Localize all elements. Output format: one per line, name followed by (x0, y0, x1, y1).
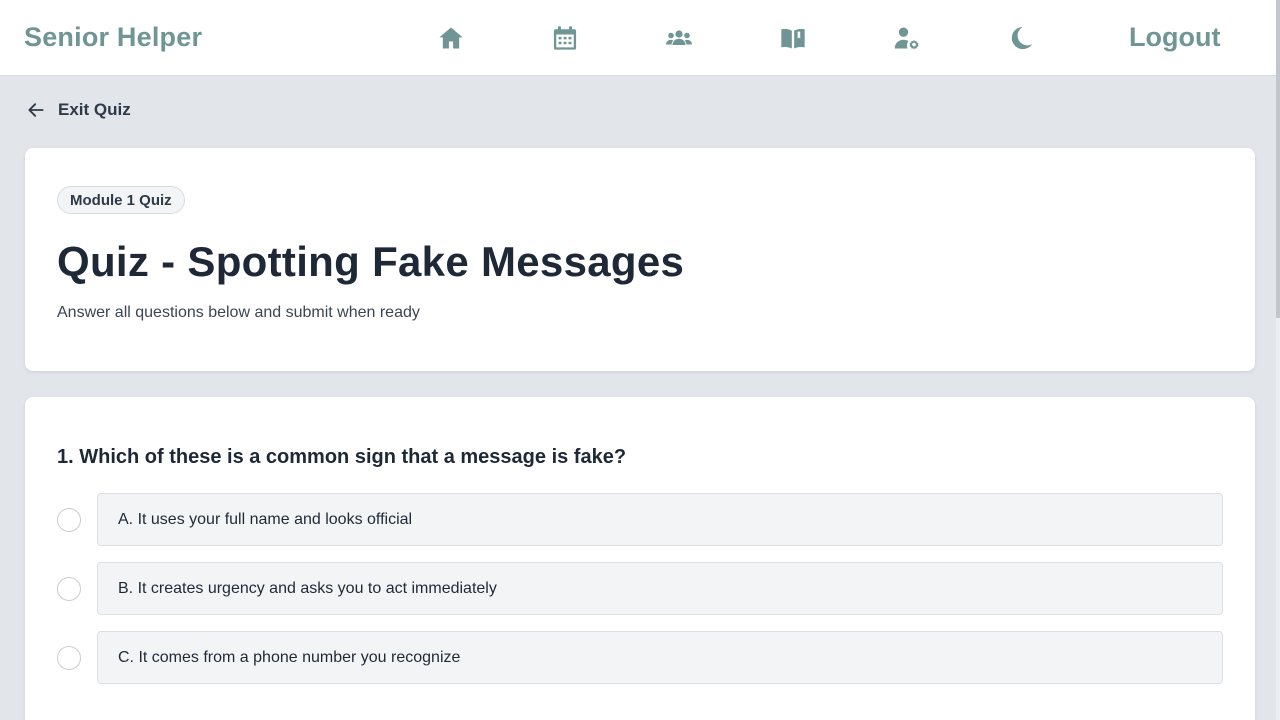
scrollbar-thumb[interactable] (1276, 0, 1280, 318)
answer-option-b[interactable]: B. It creates urgency and asks you to ac… (57, 562, 1223, 615)
users-icon[interactable] (663, 22, 695, 54)
quiz-subtitle: Answer all questions below and submit wh… (57, 304, 420, 321)
calendar-icon[interactable] (549, 22, 581, 54)
arrow-left-icon (28, 103, 44, 117)
question-card: 1. Which of these is a common sign that … (25, 397, 1255, 720)
answer-option-c[interactable]: C. It comes from a phone number you reco… (57, 631, 1223, 684)
option-b-label[interactable]: B. It creates urgency and asks you to ac… (97, 562, 1223, 615)
answer-option-a[interactable]: A. It uses your full name and looks offi… (57, 493, 1223, 546)
quiz-header-card: Module 1 Quiz Quiz - Spotting Fake Messa… (25, 148, 1255, 371)
page-scrollbar[interactable] (1276, 0, 1280, 720)
question-text: 1. Which of these is a common sign that … (57, 446, 627, 468)
book-icon[interactable] (777, 22, 809, 54)
option-c-label[interactable]: C. It comes from a phone number you reco… (97, 631, 1223, 684)
logout-button[interactable]: Logout (1129, 22, 1220, 53)
radio-option-c[interactable] (57, 645, 81, 670)
radio-option-a[interactable] (57, 507, 81, 532)
exit-quiz-link[interactable]: Exit Quiz (26, 100, 131, 120)
moon-icon[interactable] (1005, 22, 1037, 54)
home-icon[interactable] (435, 22, 467, 54)
user-settings-icon[interactable] (891, 22, 923, 54)
page-title: Quiz - Spotting Fake Messages (57, 238, 685, 285)
exit-quiz-label: Exit Quiz (58, 100, 131, 119)
top-navbar: Senior Helper Logout (0, 0, 1276, 76)
module-badge: Module 1 Quiz (57, 186, 185, 214)
radio-option-b[interactable] (57, 576, 81, 601)
option-a-label[interactable]: A. It uses your full name and looks offi… (97, 493, 1223, 546)
brand-logo[interactable]: Senior Helper (24, 22, 202, 53)
